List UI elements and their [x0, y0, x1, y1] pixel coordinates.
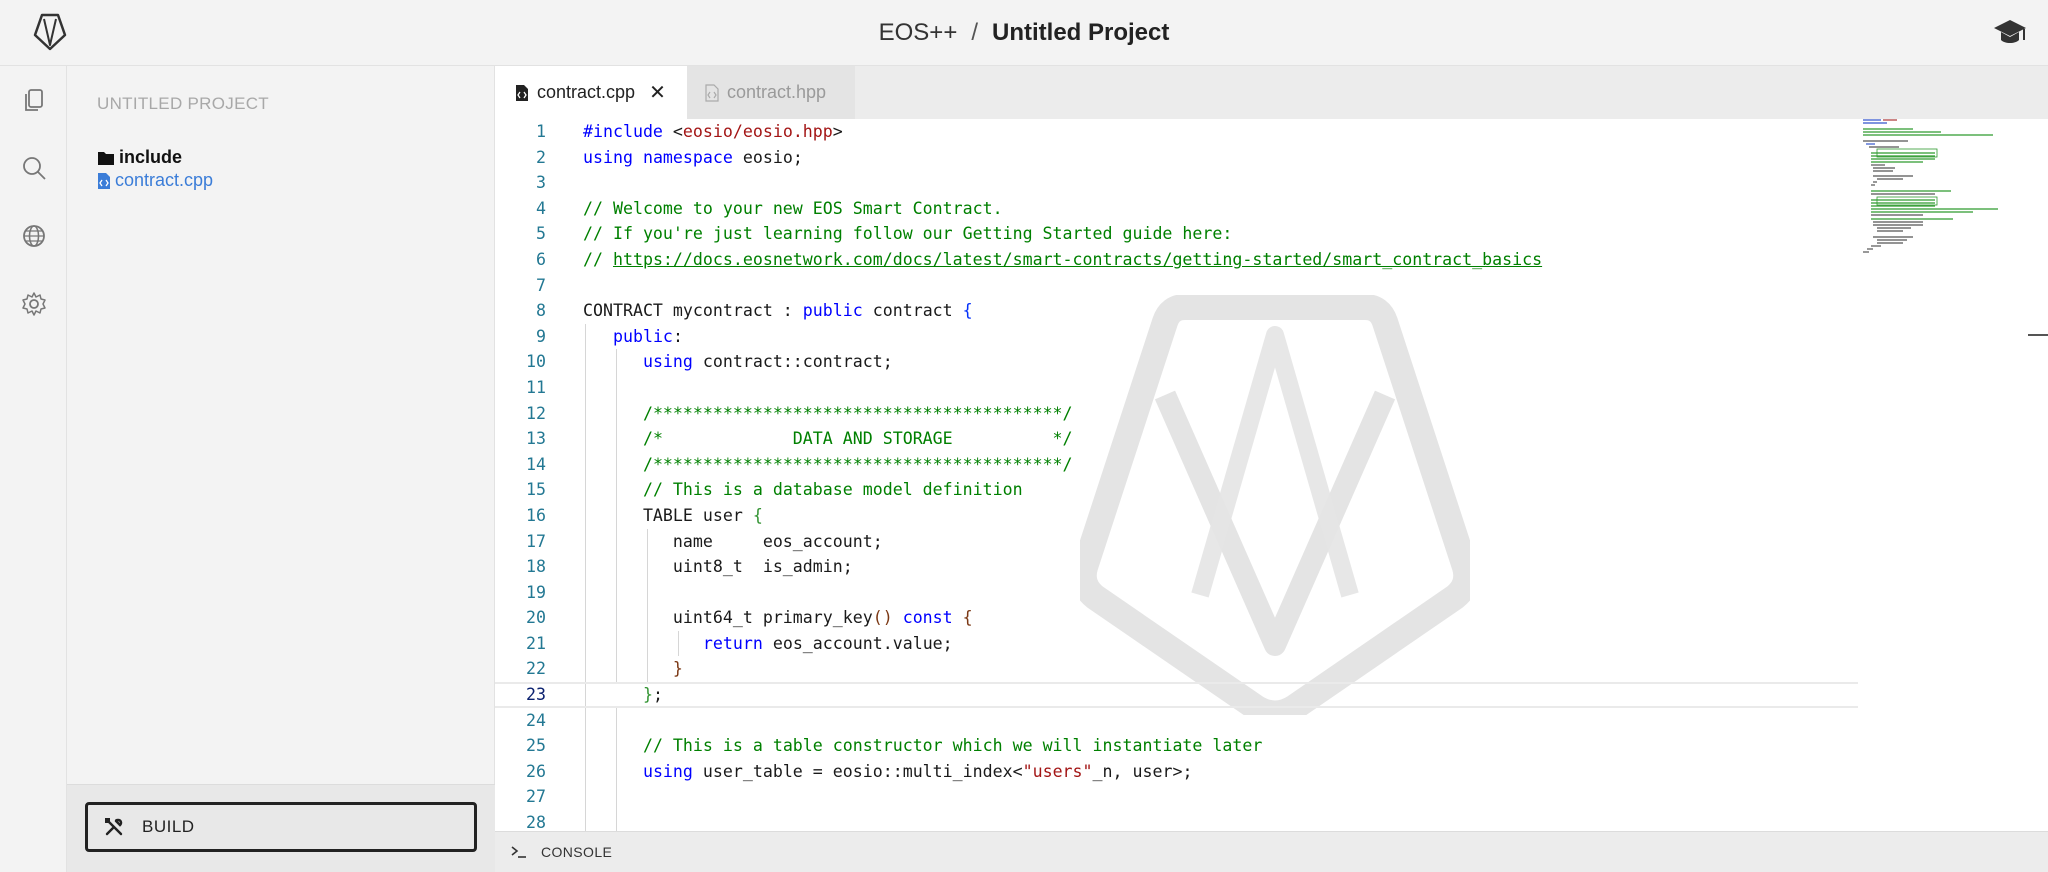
explorer-title: UNTITLED PROJECT [97, 94, 269, 113]
code-line: 27 [495, 784, 1858, 811]
code-line: 16 TABLE user { [495, 502, 1858, 529]
code-line: 15 // This is a database model definitio… [495, 477, 1858, 503]
tab-label: contract.hpp [727, 82, 827, 102]
folder-icon [98, 151, 114, 165]
code-lines: 1 #include <eosio/eosio.hpp> 2 using names… [495, 119, 1858, 831]
code-file-icon [98, 172, 110, 189]
code-line: 26 using user_table = eosio::multi_index… [495, 758, 1858, 785]
code-line: 1 #include <eosio/eosio.hpp> [536, 122, 843, 141]
docs-link[interactable]: https://docs.eosnetwork.com/docs/latest/… [613, 250, 1542, 269]
top-bar: EOS++ / Untitled Project [0, 0, 2048, 66]
title-separator: / [971, 19, 979, 46]
code-line: 24 [495, 707, 1858, 734]
code-line: 11 [495, 374, 1858, 401]
code-line: 9 public: [495, 323, 1858, 350]
terminal-icon [511, 846, 526, 858]
code-line: 13 /* DATA AND STORAGE */ [495, 426, 1858, 452]
code-line: 5// If you're just learning follow our G… [536, 224, 1233, 244]
code-line: 12 /************************************… [495, 400, 1858, 427]
code-line: 7 [536, 275, 546, 295]
code-line: 4// Welcome to your new EOS Smart Contra… [536, 198, 1003, 218]
console-label: CONSOLE [541, 844, 613, 860]
code-file-icon [705, 83, 719, 102]
search-icon[interactable] [20, 154, 48, 182]
code-line: 17 name eos_account; [495, 528, 1858, 555]
tree-folder-label: include [119, 147, 183, 167]
explorer-panel: UNTITLED PROJECT include contract.cpp BU… [67, 66, 495, 872]
tree-folder-include[interactable]: include [97, 146, 213, 169]
code-line: 3 [536, 173, 546, 193]
tree-file-label: contract.cpp [115, 170, 214, 190]
code-line: 18 uint8_t is_admin; [495, 554, 1858, 580]
tab-contract-hpp[interactable]: contract.hpp [687, 66, 855, 119]
settings-icon[interactable] [20, 290, 48, 318]
activity-bar [0, 66, 67, 872]
project-title: EOS++ / Untitled Project [0, 0, 2048, 66]
code-file-icon [516, 84, 528, 101]
minimap[interactable] [1863, 119, 2048, 831]
code-line: 6// https://docs.eosnetwork.com/docs/lat… [536, 249, 1543, 269]
scrollbar-indicator[interactable] [2028, 334, 2048, 336]
code-line: 14 /************************************… [495, 451, 1858, 478]
code-line: 25 // This is a table constructor which … [495, 733, 1858, 759]
app-name: EOS++ [878, 19, 958, 46]
graduation-cap-icon[interactable] [1992, 16, 2028, 48]
code-line: 28 [495, 810, 1858, 831]
code-line: 19 [495, 579, 1858, 606]
globe-icon[interactable] [20, 222, 48, 250]
build-area: BUILD [67, 784, 495, 872]
tab-label: contract.cpp [537, 82, 636, 102]
editor-tabs: contract.cpp ✕ contract.hpp [495, 66, 2048, 119]
code-line: 8 CONTRACT mycontract : public contract { [536, 301, 973, 321]
code-line: 2 using namespace eosio; [536, 147, 803, 167]
files-icon[interactable] [20, 86, 48, 114]
tools-icon [105, 818, 123, 836]
code-line: 22 } [495, 656, 1858, 683]
close-tab-icon[interactable]: ✕ [649, 80, 666, 105]
code-line: 10 using contract::contract; [495, 349, 1858, 375]
code-line-current: 23 }; [495, 682, 1858, 708]
project-name[interactable]: Untitled Project [992, 19, 1169, 47]
code-editor[interactable]: 1 #include <eosio/eosio.hpp> 2 using names… [495, 119, 2048, 831]
file-tree: include contract.cpp [97, 146, 213, 192]
code-line: 20 uint64_t primary_key() const { [495, 605, 1858, 631]
console-bar[interactable]: CONSOLE [495, 831, 2048, 872]
build-button[interactable]: BUILD [85, 802, 477, 852]
build-label: BUILD [142, 817, 195, 836]
tab-contract-cpp[interactable]: contract.cpp ✕ [495, 66, 687, 119]
tree-file-contract-cpp[interactable]: contract.cpp [97, 169, 213, 192]
code-line: 21 return eos_account.value; [495, 630, 1858, 657]
